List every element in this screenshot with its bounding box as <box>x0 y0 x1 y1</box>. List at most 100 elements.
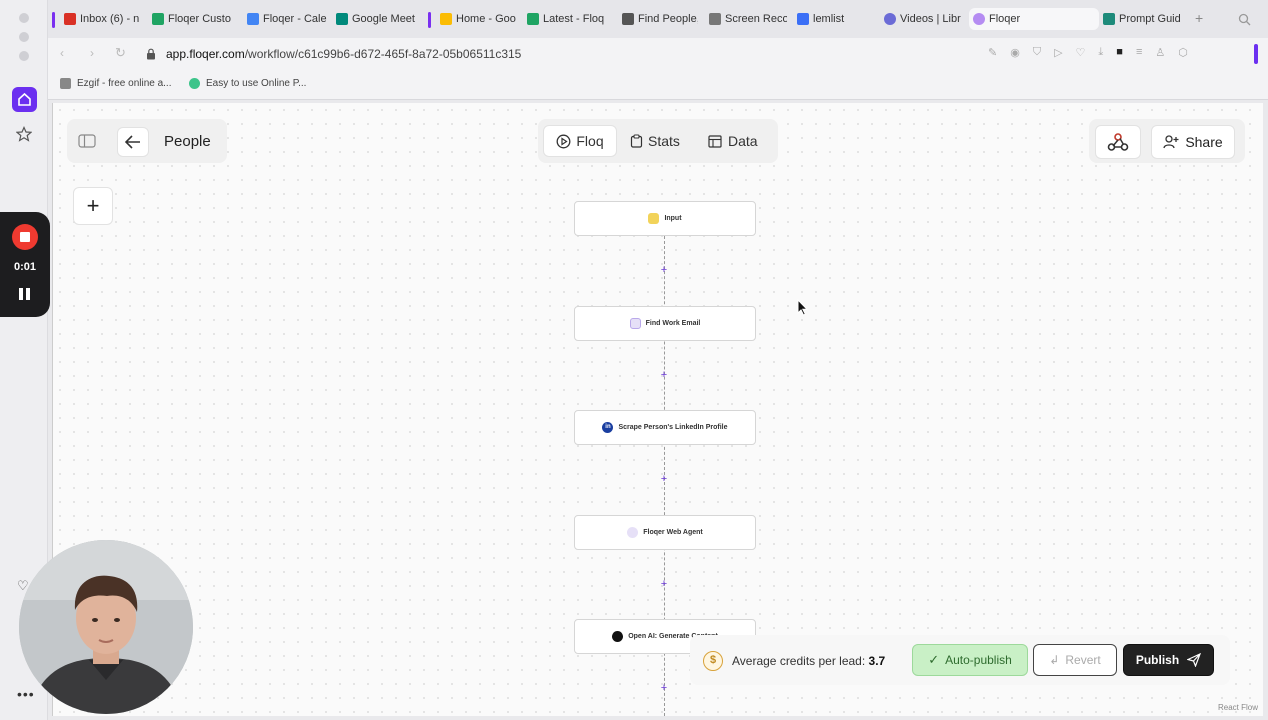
edit-icon[interactable]: ✎ <box>988 46 997 59</box>
cube-icon[interactable]: ⬡ <box>1178 46 1188 59</box>
search-tabs-icon[interactable] <box>1238 13 1251 31</box>
sidebar-toggle-icon[interactable] <box>73 130 101 152</box>
shield-icon[interactable]: ⛉ <box>1033 46 1041 59</box>
forward-nav-icon[interactable]: › <box>90 46 94 60</box>
flow-node-find-work-email[interactable]: Find Work Email <box>574 306 756 341</box>
add-step-plus-icon[interactable]: + <box>659 474 669 485</box>
bookmark-label: Easy to use Online P... <box>206 78 307 89</box>
add-step-plus-icon[interactable]: + <box>659 683 669 694</box>
flow-node-input[interactable]: Input <box>574 201 756 236</box>
openai-icon <box>612 631 624 642</box>
url-field[interactable]: app.floqer.com/workflow/c61c99b6-d672-46… <box>166 47 521 61</box>
pdf-tool-icon <box>189 78 200 89</box>
react-flow-attribution[interactable]: React Flow <box>1218 703 1258 712</box>
new-tab-button[interactable]: + <box>1195 10 1203 26</box>
browser-tab[interactable]: Latest - Floq <box>527 8 607 30</box>
browser-tab[interactable]: Find People, <box>622 8 698 30</box>
credits-info: Average credits per lead: 3.7 <box>732 654 885 668</box>
add-node-button[interactable]: + <box>73 187 113 225</box>
profile-icon[interactable]: ♙ <box>1155 46 1165 59</box>
home-icon[interactable] <box>12 87 37 112</box>
extension-icon[interactable]: ■ <box>1116 46 1123 59</box>
tab-label: Google Meet <box>352 13 415 25</box>
camera-icon[interactable]: ◉ <box>1010 46 1020 59</box>
browser-tab[interactable]: Videos | Libr <box>884 8 964 30</box>
download-icon[interactable]: ⤓ <box>1098 46 1103 59</box>
back-nav-icon[interactable]: ‹ <box>60 46 64 60</box>
flow-node-scrape-linkedin[interactable]: in Scrape Person's LinkedIn Profile <box>574 410 756 445</box>
pause-icon[interactable] <box>19 288 31 300</box>
browser-tab-bar: Inbox (6) - n Floqer Custo Floqer - Cale… <box>48 0 1268 38</box>
play-icon[interactable]: ▷ <box>1054 46 1062 59</box>
stop-recording-button[interactable] <box>12 224 38 250</box>
tab-label: Floqer <box>989 13 1021 25</box>
add-step-plus-icon[interactable]: + <box>659 265 669 276</box>
calendar-icon <box>247 13 259 25</box>
browser-tab[interactable]: Home - Goo <box>440 8 518 30</box>
extension-icons: ✎ ◉ ⛉ ▷ ♡ ⤓ ■ ≡ ♙ ⬡ <box>988 46 1188 59</box>
menu-icon[interactable]: ≡ <box>1136 46 1142 59</box>
browser-tab[interactable]: Floqer - Cale <box>247 8 327 30</box>
tab-label: lemlist <box>813 13 845 25</box>
recording-timer: 0:01 <box>13 261 37 273</box>
gmail-icon <box>64 13 76 25</box>
flow-node-web-agent[interactable]: Floqer Web Agent <box>574 515 756 550</box>
tab-floq[interactable]: Floq <box>543 125 617 157</box>
lock-icon <box>146 47 156 65</box>
add-step-plus-icon[interactable]: + <box>659 370 669 381</box>
mouse-cursor-icon <box>797 298 809 321</box>
file-icon <box>648 213 660 224</box>
bookmark-item[interactable]: Easy to use Online P... <box>189 78 306 89</box>
node-label: Floqer Web Agent <box>643 529 703 536</box>
node-label: Find Work Email <box>645 320 701 327</box>
webhook-button[interactable] <box>1095 125 1141 159</box>
window-zoom-dot[interactable] <box>19 51 29 61</box>
star-icon[interactable] <box>15 126 33 147</box>
return-icon: ↲ <box>1049 653 1060 667</box>
browser-tab[interactable]: Google Meet <box>336 8 420 30</box>
add-step-plus-icon[interactable]: + <box>659 579 669 590</box>
arrow-left-icon <box>125 135 140 149</box>
back-button[interactable] <box>117 127 149 157</box>
linkedin-icon: in <box>602 422 614 433</box>
lemlist-icon <box>797 13 809 25</box>
auto-publish-label: Auto-publish <box>945 653 1012 667</box>
window-close-dot[interactable] <box>19 13 29 23</box>
reload-icon[interactable]: ↻ <box>115 45 126 61</box>
tab-label: Stats <box>648 133 680 149</box>
plus-icon: + <box>86 193 100 218</box>
browser-tab[interactable]: Prompt Guid <box>1103 8 1193 30</box>
browser-tab[interactable]: Floqer Custo <box>152 8 236 30</box>
table-icon <box>708 134 722 148</box>
heart-icon[interactable]: ♡ <box>1076 46 1086 59</box>
dollar-coin-icon: $ <box>703 651 723 671</box>
tab-label: Screen Reco <box>725 13 787 25</box>
webcam-overlay <box>19 540 193 714</box>
more-icon[interactable]: ••• <box>17 686 35 702</box>
bookmark-item[interactable]: Ezgif - free online a... <box>60 78 172 89</box>
tab-data[interactable]: Data <box>708 125 758 157</box>
revert-button[interactable]: ↲ Revert <box>1033 644 1117 676</box>
node-label: Input <box>664 215 682 222</box>
browser-tab[interactable]: lemlist <box>797 8 873 30</box>
browser-tab[interactable]: Screen Reco <box>709 8 787 30</box>
ezgif-icon <box>60 78 71 89</box>
window-minimize-dot[interactable] <box>19 32 29 42</box>
drive-icon <box>440 13 452 25</box>
node-label: Scrape Person's LinkedIn Profile <box>618 424 728 431</box>
auto-publish-button[interactable]: ✓ Auto-publish <box>912 644 1028 676</box>
share-button[interactable]: Share <box>1151 125 1235 159</box>
share-label: Share <box>1185 134 1223 150</box>
tab-label: Home - Goo <box>456 13 516 25</box>
browser-tab-active[interactable]: Floqer <box>969 8 1099 30</box>
bookmark-label: Ezgif - free online a... <box>77 78 172 89</box>
check-icon: ✓ <box>928 652 940 667</box>
agent-icon <box>627 527 639 538</box>
tab-stats[interactable]: Stats <box>630 125 680 157</box>
tab-group-marker <box>428 12 431 28</box>
gear-icon <box>884 13 896 25</box>
screen-record-icon <box>709 13 721 25</box>
browser-tab[interactable]: Inbox (6) - n <box>64 8 144 30</box>
screen-recorder-widget: 0:01 <box>0 212 50 317</box>
publish-button[interactable]: Publish <box>1123 644 1214 676</box>
